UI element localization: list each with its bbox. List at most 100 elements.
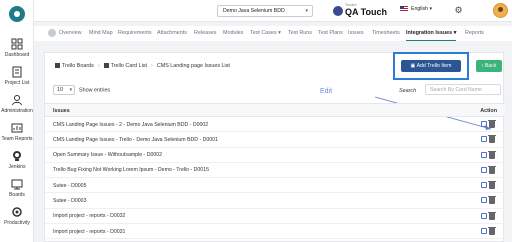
row-actions [481, 211, 497, 220]
table-header: Issues Action [45, 103, 505, 117]
tab-test-plans[interactable]: Test Plans [318, 26, 343, 41]
tab-issues[interactable]: Issues [348, 26, 364, 41]
row-actions [481, 165, 497, 174]
edit-icon[interactable] [481, 197, 487, 204]
edit-icon[interactable] [481, 182, 487, 189]
back-label: Back [484, 63, 497, 69]
table-row: CMS Landing Page Issues - 2 - Demo Java … [45, 117, 505, 133]
issue-name[interactable]: Import project - reports - D0032 [53, 213, 125, 219]
trash-icon[interactable] [488, 196, 496, 205]
table-row: Sutee - D0005 [45, 178, 505, 194]
us-flag-icon [400, 6, 408, 12]
column-header-issues: Issues [53, 108, 70, 114]
trash-icon[interactable] [488, 227, 496, 236]
row-actions [481, 181, 497, 190]
row-actions [481, 196, 497, 205]
project-list-icon [12, 66, 22, 78]
edit-icon[interactable] [481, 121, 487, 127]
issue-name[interactable]: Sutee - D0003 [53, 198, 86, 204]
issues-table-body: CMS Landing Page Issues - 2 - Demo Java … [45, 117, 505, 240]
trash-icon[interactable] [488, 181, 496, 190]
language-select[interactable]: English ▾ [400, 6, 432, 12]
issue-name[interactable]: Import project - reports - D0031 [53, 229, 125, 235]
tabs-scroll-left-icon[interactable] [48, 29, 56, 37]
app-logo-icon[interactable] [9, 6, 25, 22]
row-actions [481, 120, 497, 128]
tab-test-runs[interactable]: Test Runs [288, 26, 312, 41]
sidebar-item-label: Administration [1, 108, 33, 114]
breadcrumb-trello-card-list[interactable]: Trello Card List [111, 63, 147, 69]
sidebar-item-jenkins[interactable]: Jenkins [0, 150, 34, 170]
table-row: Import project - reports - D0032 [45, 209, 505, 225]
row-actions [481, 227, 497, 236]
language-label: English [411, 6, 429, 12]
sidebar-item-administration[interactable]: Administration [0, 94, 34, 114]
tab-overview[interactable]: Overview [59, 26, 81, 41]
trash-icon[interactable] [488, 165, 496, 174]
trash-icon[interactable] [488, 150, 496, 159]
sidebar-item-productivity[interactable]: Productivity [0, 206, 34, 226]
search-label: Search [399, 88, 417, 94]
avatar[interactable] [493, 3, 508, 18]
card-list-icon [103, 63, 109, 69]
sidebar-item-label: Productivity [4, 220, 30, 226]
edit-icon[interactable] [481, 228, 487, 235]
entries-select[interactable]: 10 [53, 85, 75, 95]
row-actions [481, 150, 497, 159]
tab-attachments[interactable]: Attachments [157, 26, 187, 41]
issue-name[interactable]: CMS Landing Page Issues - Trello - Demo … [53, 137, 218, 143]
sidebar-item-label: Boards [9, 192, 25, 198]
tab-requirements[interactable]: Requirements [118, 26, 152, 41]
table-row: CMS Landing Page Issues - Trello - Demo … [45, 132, 505, 148]
table-row: Open Summary Issue - Withoutsample - D00… [45, 148, 505, 163]
sidebar-item-team-reports[interactable]: Team Reports [0, 122, 34, 142]
entries-control: 10 Show entries [53, 85, 110, 95]
tab-test-cases[interactable]: Test Cases ▾ [250, 26, 281, 41]
edit-icon[interactable] [481, 136, 487, 143]
tab-modules[interactable]: Modules [223, 26, 243, 41]
brand-name: QA Touch [345, 7, 387, 17]
issues-panel: Trello Boards › Trello Card List › CMS Landi… [44, 52, 505, 242]
trash-icon[interactable] [488, 135, 496, 144]
edit-icon[interactable] [481, 166, 487, 173]
trash-icon[interactable] [488, 120, 496, 128]
issue-name[interactable]: Trello Bug Fixing Not Working Lorem Ipsu… [53, 167, 209, 173]
edit-icon[interactable] [481, 151, 487, 158]
sidebar: Dashboard Project List Administration Te… [0, 0, 34, 242]
breadcrumb-trello-boards[interactable]: Trello Boards [62, 63, 94, 69]
edit-icon[interactable] [481, 212, 487, 219]
tab-reports[interactable]: Reports [465, 26, 484, 41]
tab-integration-issues[interactable]: Integration Issues ▾ [406, 26, 457, 41]
back-button[interactable]: ‹ Back [476, 60, 502, 72]
project-select-value: Demo Java Selenium BDD [223, 8, 285, 14]
add-trello-item-label: Add Trello Item [416, 63, 452, 69]
issue-name[interactable]: CMS Landing Page Issues - 2 - Demo Java … [53, 122, 208, 128]
issue-name[interactable]: Sutee - D0005 [53, 183, 86, 189]
trash-icon[interactable] [488, 211, 496, 220]
project-select[interactable]: Demo Java Selenium BDD ▾ [217, 5, 313, 17]
issue-name[interactable]: Open Summary Issue - Withoutsample - D00… [53, 152, 162, 158]
tab-timesheets[interactable]: Timesheets [372, 26, 400, 41]
productivity-icon [12, 207, 22, 217]
top-bar: Demo Java Selenium BDD ▾ Tenant QA Touch… [34, 0, 512, 22]
chevron-right-icon: › [97, 63, 100, 69]
add-trello-item-button[interactable]: ▣ Add Trello Item [401, 60, 461, 72]
sidebar-item-label: Dashboard [4, 52, 30, 58]
chevron-down-icon: ▾ [305, 8, 308, 14]
team-reports-icon [11, 123, 23, 133]
search-input[interactable] [425, 84, 501, 95]
tab-releases[interactable]: Releases [194, 26, 216, 41]
chevron-right-icon: › [151, 63, 153, 69]
jenkins-icon [13, 151, 21, 161]
sidebar-item-label: Project List [4, 80, 30, 86]
boards-icon [11, 179, 23, 190]
tab-mind-map[interactable]: Mind Map [89, 26, 113, 41]
gear-icon[interactable]: ⚙ [453, 5, 464, 16]
breadcrumb: Trello Boards › Trello Card List › CMS Landi… [55, 63, 230, 69]
sidebar-item-project-list[interactable]: Project List [0, 66, 34, 86]
sidebar-item-dashboard[interactable]: Dashboard [0, 38, 34, 58]
edit-annotation: Edit [320, 88, 333, 95]
table-row: Import project - reports - D0031 [45, 224, 505, 240]
administration-icon [12, 95, 22, 106]
sidebar-item-boards[interactable]: Boards [0, 178, 34, 198]
